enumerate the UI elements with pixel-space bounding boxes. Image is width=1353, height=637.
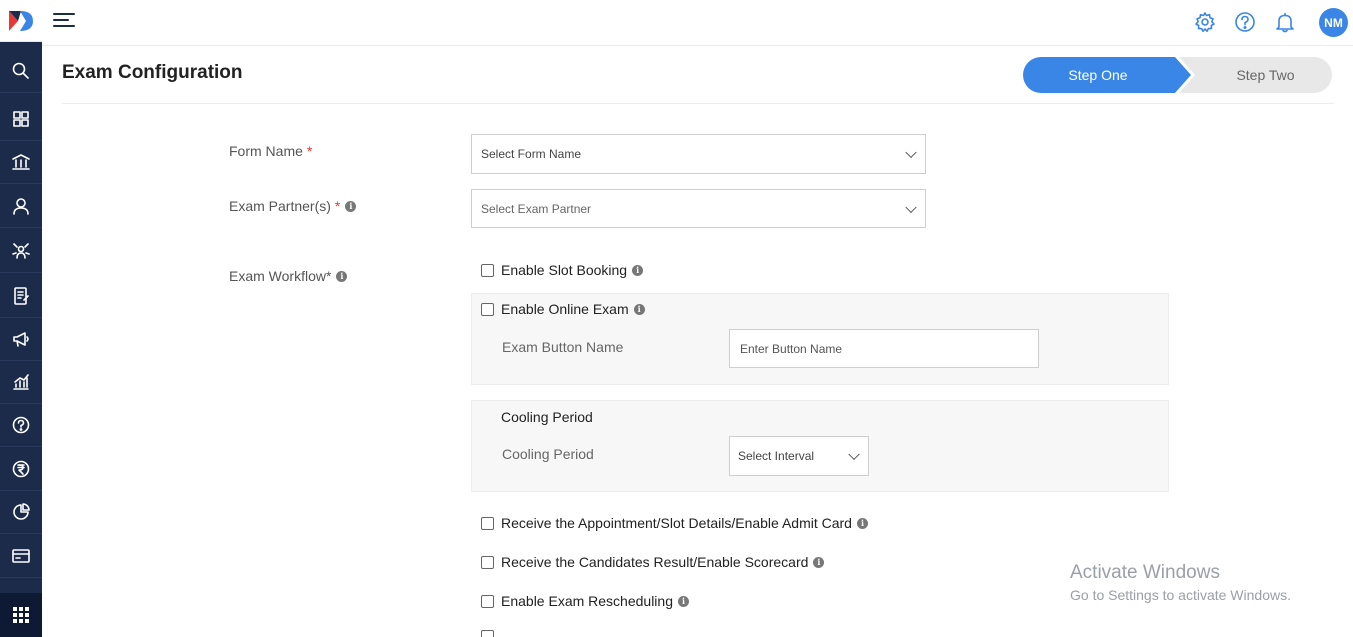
form-icon [14, 287, 29, 305]
scorecard-option: Receive the Candidates Result/Enable Sco… [481, 554, 825, 570]
partial-checkbox[interactable] [481, 630, 494, 637]
step-two[interactable]: Step Two [1173, 57, 1332, 93]
info-icon[interactable]: i [856, 517, 868, 529]
scorecard-checkbox[interactable] [481, 555, 494, 569]
institution-icon [12, 154, 30, 170]
chevron-down-icon [905, 201, 917, 213]
sidebar [0, 0, 42, 637]
chevron-down-icon [848, 448, 860, 461]
top-bar: NM [42, 0, 1353, 46]
nav-institution[interactable] [0, 141, 42, 184]
form-name-select[interactable]: Select Form Name [471, 134, 926, 174]
megaphone-icon [13, 332, 29, 347]
cooling-period-heading: Cooling Period [501, 409, 593, 425]
nav-network[interactable] [0, 230, 42, 273]
rescheduling-option: Enable Exam Rescheduling i [481, 593, 689, 609]
dashboard-icon [13, 111, 29, 127]
nav-payments[interactable] [0, 448, 42, 491]
rescheduling-checkbox[interactable] [481, 594, 494, 608]
cooling-period-select[interactable]: Select Interval [729, 436, 869, 476]
nav-campaigns[interactable] [0, 318, 42, 361]
required-mark: * [334, 198, 341, 214]
user-icon [13, 198, 29, 215]
exam-workflow-label: Exam Workflow* i [229, 268, 348, 284]
stepper: Step Two Step One [1023, 57, 1332, 93]
step-one[interactable]: Step One [1023, 57, 1191, 93]
pie-chart-icon [13, 503, 30, 520]
nav-help[interactable] [0, 404, 42, 447]
nav-billing[interactable] [0, 535, 42, 578]
help-icon [1235, 12, 1255, 32]
notifications-button[interactable] [1273, 10, 1297, 34]
nav-apps[interactable] [0, 593, 42, 637]
nav-analytics[interactable] [0, 361, 42, 404]
header-divider [62, 103, 1334, 104]
partial-option-row [481, 630, 501, 637]
page-title: Exam Configuration [62, 62, 243, 83]
gear-icon [1195, 12, 1215, 32]
exam-button-name-label: Exam Button Name [502, 339, 624, 355]
nav-users[interactable] [0, 185, 42, 228]
apps-grid-icon [13, 607, 29, 623]
info-icon[interactable]: i [632, 264, 644, 276]
exam-partner-label: Exam Partner(s) * i [229, 198, 357, 214]
info-icon[interactable]: i [678, 595, 689, 607]
help-icon [12, 416, 30, 434]
chevron-down-icon [905, 146, 917, 159]
admit-card-checkbox[interactable] [481, 516, 494, 530]
form-name-label: Form Name * [229, 143, 313, 159]
bell-icon [1276, 12, 1294, 33]
exam-partner-select[interactable]: Select Exam Partner [471, 189, 926, 228]
cooling-period-label: Cooling Period [502, 446, 594, 462]
rupee-icon [12, 460, 30, 478]
slot-booking-checkbox[interactable] [481, 263, 494, 277]
avatar[interactable]: NM [1319, 8, 1348, 37]
help-button[interactable] [1233, 10, 1257, 34]
card-icon [12, 549, 30, 563]
windows-activation-watermark: Activate Windows Go to Settings to activ… [1070, 562, 1291, 603]
network-icon [12, 243, 30, 259]
required-mark: * [306, 143, 313, 159]
info-icon[interactable]: i [336, 270, 348, 282]
online-exam-option: Enable Online Exam i [481, 301, 645, 317]
nav-dashboard[interactable] [0, 98, 42, 141]
slot-booking-option: Enable Slot Booking i [481, 262, 644, 278]
search-icon [12, 62, 29, 79]
analytics-icon [13, 374, 29, 390]
online-exam-checkbox[interactable] [481, 302, 494, 316]
nav-reports[interactable] [0, 491, 42, 534]
logo-icon [9, 10, 33, 31]
info-icon[interactable]: i [345, 200, 357, 212]
info-icon[interactable]: i [813, 556, 825, 568]
app-logo[interactable] [0, 0, 42, 42]
nav-search[interactable] [0, 50, 42, 93]
nav-forms[interactable] [0, 275, 42, 318]
exam-button-name-input[interactable]: Enter Button Name [729, 329, 1039, 368]
menu-toggle-icon[interactable] [53, 13, 75, 31]
admit-card-option: Receive the Appointment/Slot Details/Ena… [481, 515, 868, 531]
info-icon[interactable]: i [633, 303, 645, 315]
settings-button[interactable] [1193, 10, 1217, 34]
